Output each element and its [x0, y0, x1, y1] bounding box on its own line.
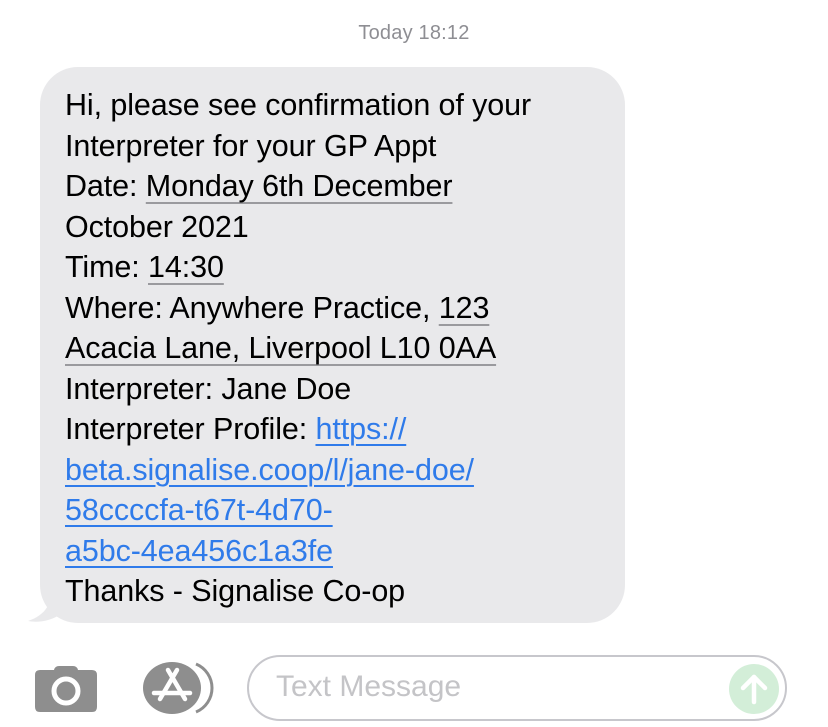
signoff-text: Thanks - Signalise Co-op	[65, 574, 406, 608]
camera-button[interactable]	[34, 664, 98, 712]
profile-link-part3[interactable]: 58ccccfa-t67t-4d70-	[65, 493, 333, 527]
message-text: Hi, please see confirmation of your Inte…	[65, 85, 625, 612]
message-line-subject: Interpreter for your GP Appt	[65, 126, 625, 167]
apps-button[interactable]	[140, 660, 214, 716]
message-line-greeting: Hi, please see confirmation of your	[65, 85, 625, 126]
message-line-profile: Interpreter Profile: https://	[65, 409, 625, 450]
message-input[interactable]: Text Message	[247, 655, 787, 721]
profile-link-part1[interactable]: https://	[315, 412, 406, 446]
time-label: Time:	[65, 250, 148, 284]
message-line-link2: beta.signalise.coop/l/jane-doe/	[65, 450, 625, 491]
message-line-link4: a5bc-4ea456c1a3fe	[65, 531, 625, 572]
detected-date[interactable]: Monday 6th December	[146, 169, 453, 203]
message-line-time: Time: 14:30	[65, 247, 625, 288]
detected-address-part2[interactable]: Acacia Lane, Liverpool L10 0AA	[65, 331, 496, 365]
message-line-link3: 58ccccfa-t67t-4d70-	[65, 490, 625, 531]
profile-label: Interpreter Profile:	[65, 412, 316, 446]
message-line-address: Acacia Lane, Liverpool L10 0AA	[65, 328, 625, 369]
send-button[interactable]	[729, 664, 779, 714]
message-line-date: Date: Monday 6th December	[65, 166, 625, 207]
message-line-signoff: Thanks - Signalise Co-op	[65, 571, 625, 612]
camera-icon	[35, 666, 97, 712]
interpreter-name: Interpreter: Jane Doe	[65, 371, 352, 406]
date-continuation: October 2021	[65, 209, 249, 244]
detected-time[interactable]: 14:30	[148, 250, 224, 284]
message-line-where: Where: Anywhere Practice, 123	[65, 288, 625, 329]
subject-text: Interpreter for your GP Appt	[65, 128, 437, 163]
greeting-text: Hi, please see confirmation of your	[65, 88, 532, 122]
message-input-placeholder: Text Message	[276, 670, 462, 703]
date-label: Date:	[65, 169, 146, 203]
message-line-interpreter: Interpreter: Jane Doe	[65, 369, 625, 410]
detected-address-part1[interactable]: 123	[439, 291, 490, 325]
arrow-up-icon	[740, 674, 768, 705]
where-label: Where: Anywhere Practice,	[65, 290, 439, 325]
message-timestamp: Today 18:12	[358, 22, 470, 44]
message-line-date-cont: October 2021	[65, 207, 625, 248]
app-store-icon	[143, 662, 214, 714]
profile-link-part4[interactable]: a5bc-4ea456c1a3fe	[65, 534, 333, 568]
profile-link-part2[interactable]: beta.signalise.coop/l/jane-doe/	[65, 453, 474, 487]
received-message-bubble[interactable]: Hi, please see confirmation of your Inte…	[28, 67, 625, 623]
